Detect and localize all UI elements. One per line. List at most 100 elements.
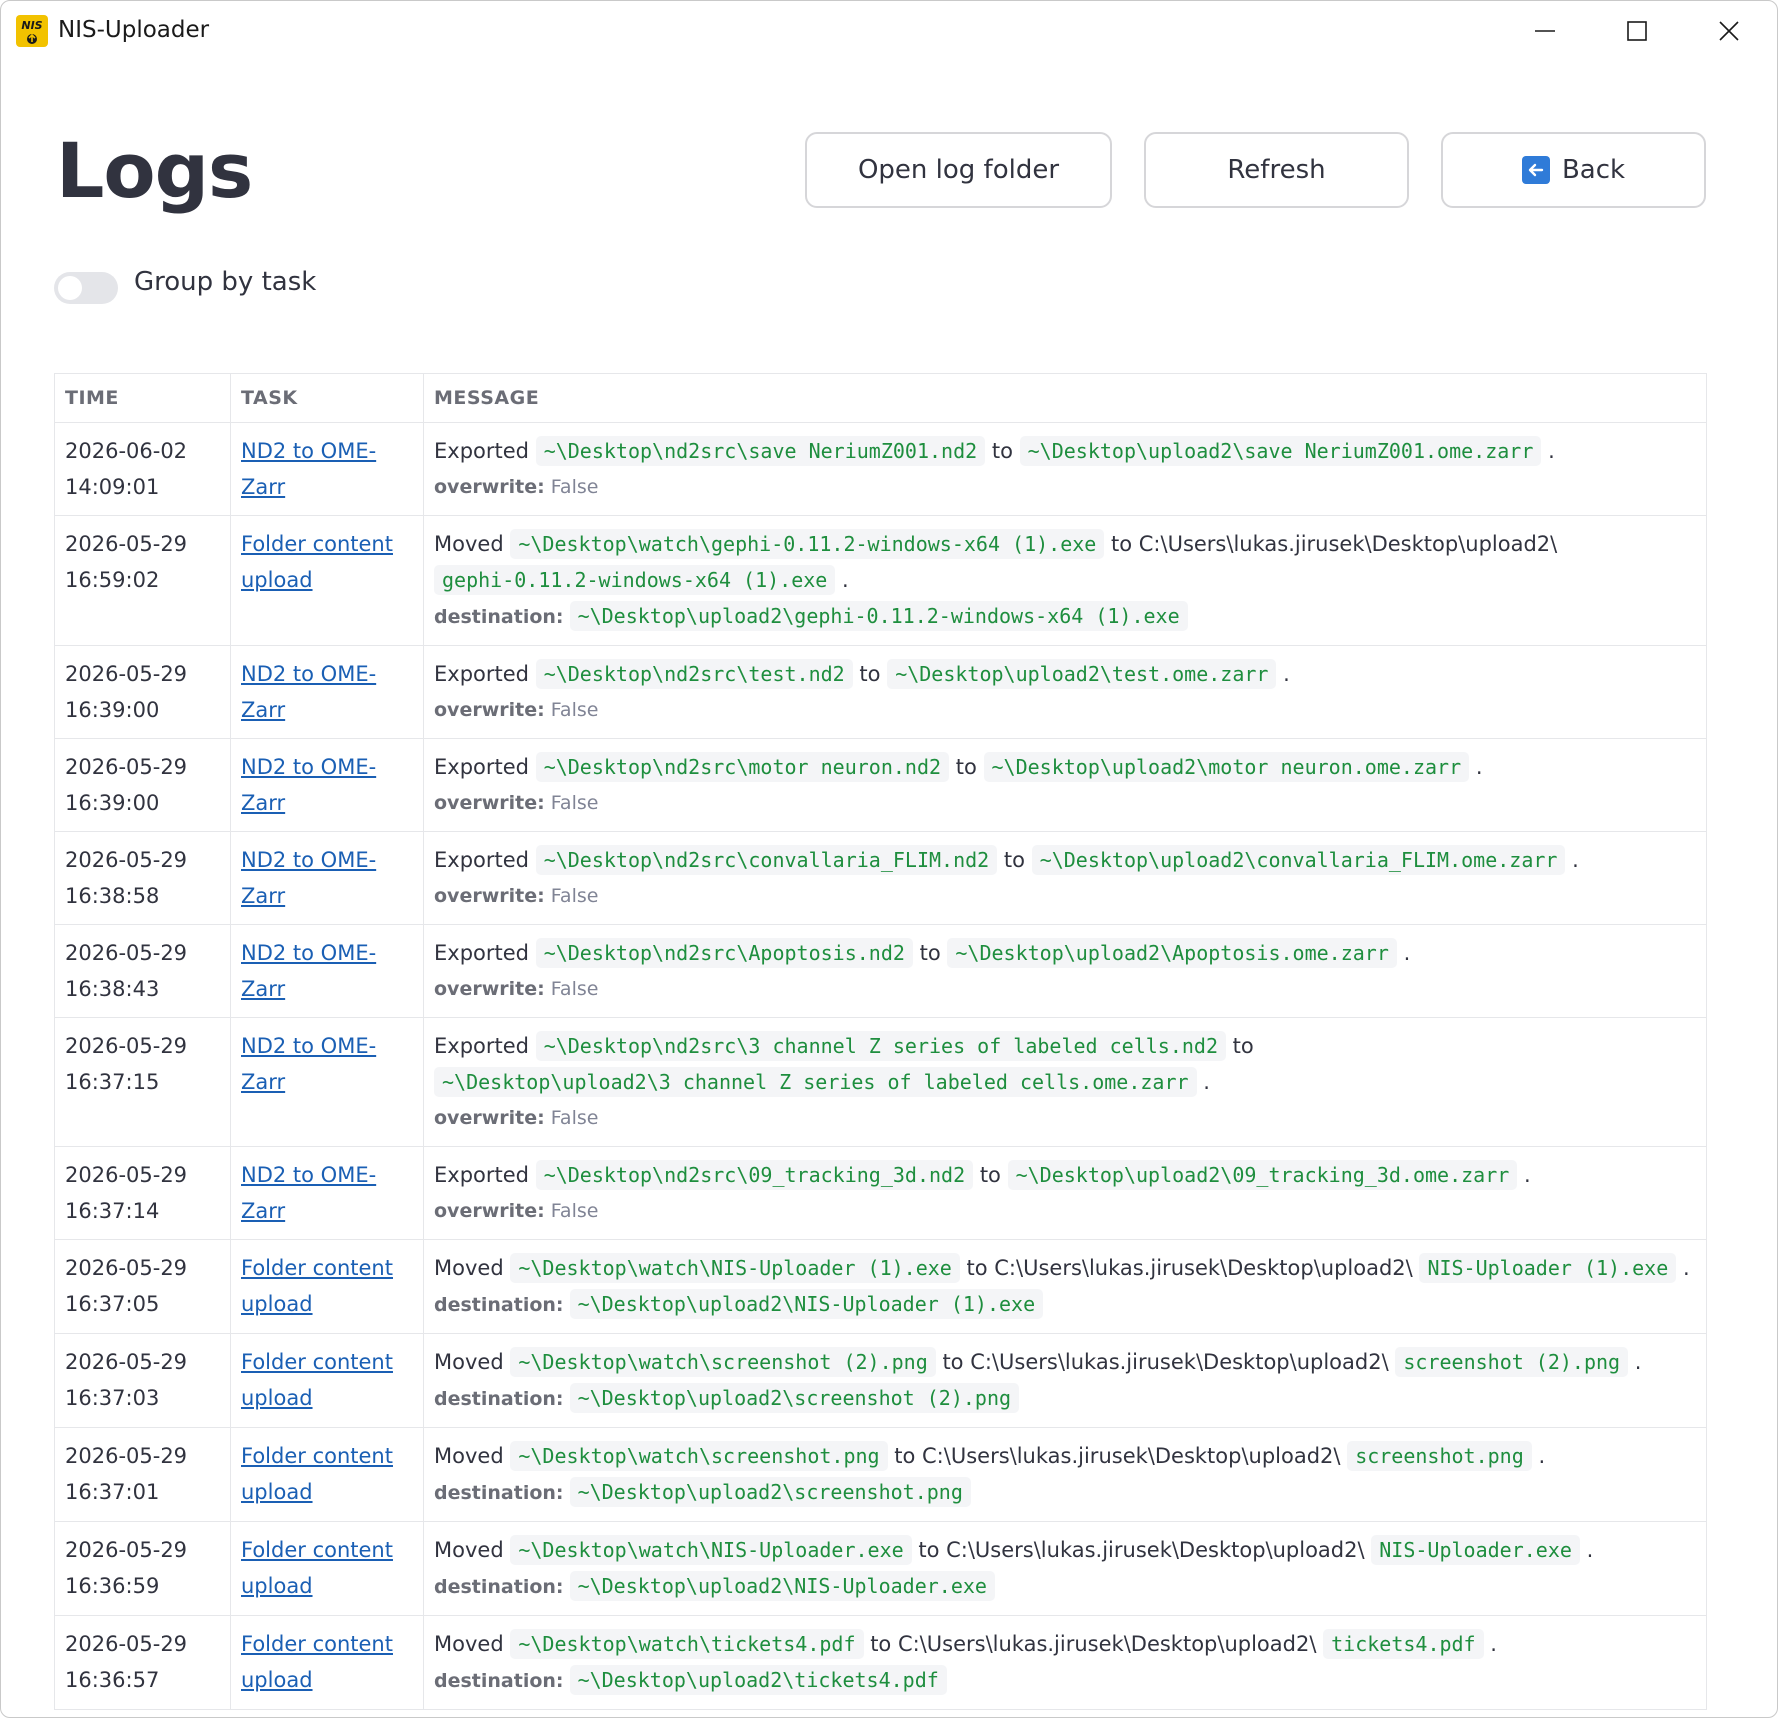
destination-path: screenshot (2).png <box>1395 1347 1629 1377</box>
task-link[interactable]: ND2 to OME-Zarr <box>241 1034 376 1094</box>
source-path: ~\Desktop\nd2src\motor neuron.nd2 <box>535 752 950 782</box>
task-cell: ND2 to OME-Zarr <box>230 831 424 925</box>
task-link[interactable]: ND2 to OME-Zarr <box>241 755 376 815</box>
source-path: ~\Desktop\nd2src\3 channel Z series of l… <box>535 1031 1226 1061</box>
task-link[interactable]: Folder content upload <box>241 1538 393 1598</box>
log-date: 2026-05-29 <box>65 1632 188 1656</box>
close-button[interactable] <box>1683 1 1775 61</box>
message-connector: to <box>859 662 881 686</box>
log-time: 14:09:01 <box>65 475 160 499</box>
task-link[interactable]: ND2 to OME-Zarr <box>241 1163 376 1223</box>
destination-path: NIS-Uploader (1).exe <box>1419 1253 1677 1283</box>
message-connector: to C:\Users\lukas.jirusek\Desktop\upload… <box>918 1538 1365 1562</box>
table-header-row: TIME TASK MESSAGE <box>54 373 1707 423</box>
message-cell: Exported ~\Desktop\nd2src\save NeriumZ00… <box>423 422 1707 516</box>
task-link[interactable]: Folder content upload <box>241 1350 393 1410</box>
log-time: 16:36:59 <box>65 1574 160 1598</box>
task-link[interactable]: Folder content upload <box>241 1632 393 1692</box>
log-time: 16:38:58 <box>65 884 160 908</box>
source-path: ~\Desktop\watch\screenshot.png <box>510 1441 888 1471</box>
message-cell: Moved ~\Desktop\watch\screenshot (2).png… <box>423 1333 1707 1428</box>
message-connector: to <box>919 941 941 965</box>
meta-key: destination: <box>434 1576 564 1598</box>
task-cell: ND2 to OME-Zarr <box>230 1017 424 1147</box>
destination-path: ~\Desktop\upload2\test.ome.zarr <box>887 659 1277 689</box>
log-time: 16:39:00 <box>65 791 160 815</box>
app-window: NIS NIS-Uploader Logs Open log folder Re… <box>0 0 1778 1718</box>
column-header-task[interactable]: TASK <box>230 373 424 423</box>
meta-value: False <box>550 1200 599 1222</box>
destination-path: NIS-Uploader.exe <box>1371 1535 1580 1565</box>
time-cell: 2026-05-29 16:36:57 <box>54 1615 231 1710</box>
message-verb: Exported <box>434 941 529 965</box>
toggle-knob <box>58 276 82 300</box>
message-connector: to <box>1003 848 1025 872</box>
open-log-folder-button[interactable]: Open log folder <box>805 132 1112 208</box>
table-row: 2026-05-29 16:59:02 Folder content upload M… <box>54 515 1707 646</box>
minimize-button[interactable] <box>1499 1 1591 61</box>
message-end: . <box>1634 1350 1642 1374</box>
meta-value: ~\Desktop\upload2\screenshot (2).png <box>569 1383 1020 1413</box>
meta-value: False <box>550 885 599 907</box>
task-cell: ND2 to OME-Zarr <box>230 924 424 1018</box>
message-verb: Exported <box>434 755 529 779</box>
window-title: NIS-Uploader <box>58 17 210 43</box>
message-meta: overwrite: False <box>434 692 1696 728</box>
group-by-task-toggle[interactable] <box>54 272 118 304</box>
message-text: Moved ~\Desktop\watch\NIS-Uploader.exe t… <box>434 1532 1696 1568</box>
logs-table: TIME TASK MESSAGE 2026-06-02 14:09:01 ND2 … <box>54 373 1707 1710</box>
column-header-message[interactable]: MESSAGE <box>423 373 1707 423</box>
message-meta: destination: ~\Desktop\upload2\screensho… <box>434 1380 1696 1417</box>
message-end: . <box>1403 941 1411 965</box>
message-connector: to <box>991 439 1013 463</box>
message-end: . <box>1203 1070 1210 1094</box>
message-cell: Exported ~\Desktop\nd2src\test.nd2 to ~\… <box>423 645 1707 739</box>
message-text: Exported ~\Desktop\nd2src\test.nd2 to ~\… <box>434 656 1696 692</box>
message-connector: to C:\Users\lukas.jirusek\Desktop\upload… <box>1111 532 1558 556</box>
log-time: 16:36:57 <box>65 1668 160 1692</box>
source-path: ~\Desktop\watch\NIS-Uploader.exe <box>510 1535 912 1565</box>
log-date: 2026-05-29 <box>65 532 188 556</box>
meta-key: overwrite: <box>434 699 545 721</box>
message-meta: destination: ~\Desktop\upload2\NIS-Uploa… <box>434 1286 1696 1323</box>
task-link[interactable]: Folder content upload <box>241 1256 393 1316</box>
column-header-time[interactable]: TIME <box>54 373 231 423</box>
message-verb: Exported <box>434 1034 529 1058</box>
time-cell: 2026-05-29 16:37:14 <box>54 1146 231 1240</box>
log-time: 16:37:01 <box>65 1480 160 1504</box>
task-link[interactable]: ND2 to OME-Zarr <box>241 662 376 722</box>
log-time: 16:37:05 <box>65 1292 160 1316</box>
maximize-button[interactable] <box>1591 1 1683 61</box>
task-link[interactable]: Folder content upload <box>241 532 393 592</box>
back-button[interactable]: Back <box>1441 132 1706 208</box>
message-verb: Exported <box>434 1163 529 1187</box>
task-link[interactable]: ND2 to OME-Zarr <box>241 848 376 908</box>
message-end: . <box>1523 1163 1531 1187</box>
message-text: Moved ~\Desktop\watch\screenshot (2).png… <box>434 1344 1696 1380</box>
message-text: Exported ~\Desktop\nd2src\save NeriumZ00… <box>434 433 1696 469</box>
table-row: 2026-05-29 16:37:15 ND2 to OME-Zarr Exporte… <box>54 1017 1707 1147</box>
meta-value: False <box>550 699 599 721</box>
message-end: . <box>1572 848 1579 872</box>
refresh-button[interactable]: Refresh <box>1144 132 1409 208</box>
log-date: 2026-05-29 <box>65 1163 188 1187</box>
task-cell: Folder content upload <box>230 515 424 646</box>
title-bar[interactable]: NIS NIS-Uploader <box>1 1 1777 61</box>
table-row: 2026-05-29 16:38:43 ND2 to OME-Zarr Exporte… <box>54 924 1707 1018</box>
task-link[interactable]: ND2 to OME-Zarr <box>241 941 376 1001</box>
log-time: 16:37:15 <box>65 1070 160 1094</box>
message-end: . <box>1490 1632 1497 1656</box>
message-cell: Moved ~\Desktop\watch\NIS-Uploader (1).e… <box>423 1239 1707 1334</box>
log-date: 2026-05-29 <box>65 755 188 779</box>
time-cell: 2026-05-29 16:37:15 <box>54 1017 231 1147</box>
task-link[interactable]: ND2 to OME-Zarr <box>241 439 376 499</box>
meta-value: ~\Desktop\upload2\gephi-0.11.2-windows-x… <box>569 601 1188 631</box>
task-link[interactable]: Folder content upload <box>241 1444 393 1504</box>
table-row: 2026-05-29 16:36:57 Folder content upload M… <box>54 1615 1707 1710</box>
message-connector: to C:\Users\lukas.jirusek\Desktop\upload… <box>942 1350 1389 1374</box>
message-meta: overwrite: False <box>434 785 1696 821</box>
log-date: 2026-05-29 <box>65 1444 188 1468</box>
message-connector: to <box>1232 1034 1254 1058</box>
table-row: 2026-05-29 16:37:14 ND2 to OME-Zarr Exporte… <box>54 1146 1707 1240</box>
message-end: . <box>1548 439 1555 463</box>
